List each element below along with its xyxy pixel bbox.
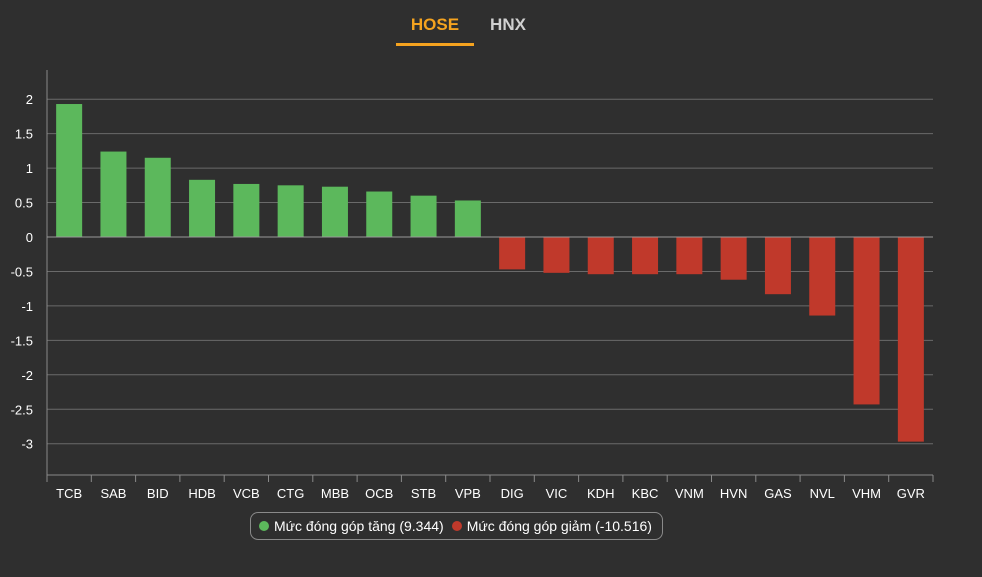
legend-item-increase[interactable]: Mức đóng góp tăng (9.344) bbox=[259, 518, 444, 534]
x-tick-label: CTG bbox=[277, 486, 304, 501]
bar-vcb[interactable] bbox=[233, 183, 260, 237]
y-tick-label: 1.5 bbox=[15, 127, 33, 142]
bar-vpb[interactable] bbox=[454, 200, 481, 237]
x-tick-label: NVL bbox=[810, 486, 835, 501]
legend-item-decrease[interactable]: Mức đóng góp giảm (-10.516) bbox=[451, 518, 652, 534]
y-tick-label: -3 bbox=[21, 437, 33, 452]
x-tick-label: OCB bbox=[365, 486, 393, 501]
y-tick-label: -2.5 bbox=[11, 402, 33, 417]
x-tick-label: MBB bbox=[321, 486, 349, 501]
x-tick-label: VNM bbox=[675, 486, 704, 501]
x-tick-label: KBC bbox=[632, 486, 659, 501]
market-contribution-panel: HOSE HNX 2 1.5 1 0.5 0 -0.5 -1 -1.5 -2 -2.5 -3 TCB S… bbox=[0, 0, 982, 577]
y-tick-label: -0.5 bbox=[11, 264, 33, 279]
x-tick-label: DIG bbox=[501, 486, 524, 501]
legend-increase-label: Mức đóng góp tăng (9.344) bbox=[274, 518, 444, 534]
legend-decrease-label: Mức đóng góp giảm (-10.516) bbox=[466, 518, 652, 534]
x-tick-label: TCB bbox=[56, 486, 82, 501]
x-tick-label: GVR bbox=[897, 486, 925, 501]
y-tick-label: 0.5 bbox=[15, 196, 33, 211]
x-tick-label: HVN bbox=[720, 486, 747, 501]
bar-stb[interactable] bbox=[410, 195, 437, 237]
bar-tcb[interactable] bbox=[56, 104, 83, 237]
bar-kbc[interactable] bbox=[632, 237, 659, 275]
x-tick-label: STB bbox=[411, 486, 436, 501]
x-tick-label: VPB bbox=[455, 486, 481, 501]
x-tick-label: VCB bbox=[233, 486, 260, 501]
y-tick-label: 1 bbox=[26, 161, 33, 176]
bar-mbb[interactable] bbox=[321, 186, 348, 237]
bar-bid[interactable] bbox=[144, 157, 171, 237]
bar-hvn[interactable] bbox=[720, 237, 747, 280]
x-tick-label: BID bbox=[147, 486, 169, 501]
bar-ctg[interactable] bbox=[277, 185, 304, 237]
x-tick-label: KDH bbox=[587, 486, 614, 501]
bar-dig[interactable] bbox=[499, 237, 526, 270]
legend-green-dot-icon bbox=[259, 521, 269, 531]
contribution-bar-chart: 2 1.5 1 0.5 0 -0.5 -1 -1.5 -2 -2.5 -3 TCB SAB BID HDB V… bbox=[11, 70, 934, 501]
bar-vic[interactable] bbox=[543, 237, 570, 273]
y-tick-label: 0 bbox=[26, 230, 33, 245]
x-tick-label: SAB bbox=[100, 486, 126, 501]
legend-red-dot-icon bbox=[451, 521, 462, 531]
y-tick-label: -1 bbox=[21, 299, 33, 314]
bar-ocb[interactable] bbox=[366, 191, 393, 237]
bar-sab[interactable] bbox=[100, 151, 127, 237]
bar-vnm[interactable] bbox=[676, 237, 703, 275]
bar-vhm[interactable] bbox=[853, 237, 880, 405]
bar-kdh[interactable] bbox=[587, 237, 614, 275]
x-tick-label: HDB bbox=[188, 486, 215, 501]
bar-nvl[interactable] bbox=[809, 237, 836, 316]
y-tick-label: -2 bbox=[21, 368, 33, 383]
bar-hdb[interactable] bbox=[189, 179, 216, 237]
x-tick-label: VIC bbox=[546, 486, 568, 501]
x-tick-label: GAS bbox=[764, 486, 792, 501]
bar-gvr[interactable] bbox=[897, 237, 924, 442]
y-tick-label: -1.5 bbox=[11, 333, 33, 348]
chart-legend: Mức đóng góp tăng (9.344) Mức đóng góp g… bbox=[250, 512, 663, 540]
bar-gas[interactable] bbox=[764, 237, 791, 295]
x-tick-label: VHM bbox=[852, 486, 881, 501]
y-tick-label: 2 bbox=[26, 92, 33, 107]
